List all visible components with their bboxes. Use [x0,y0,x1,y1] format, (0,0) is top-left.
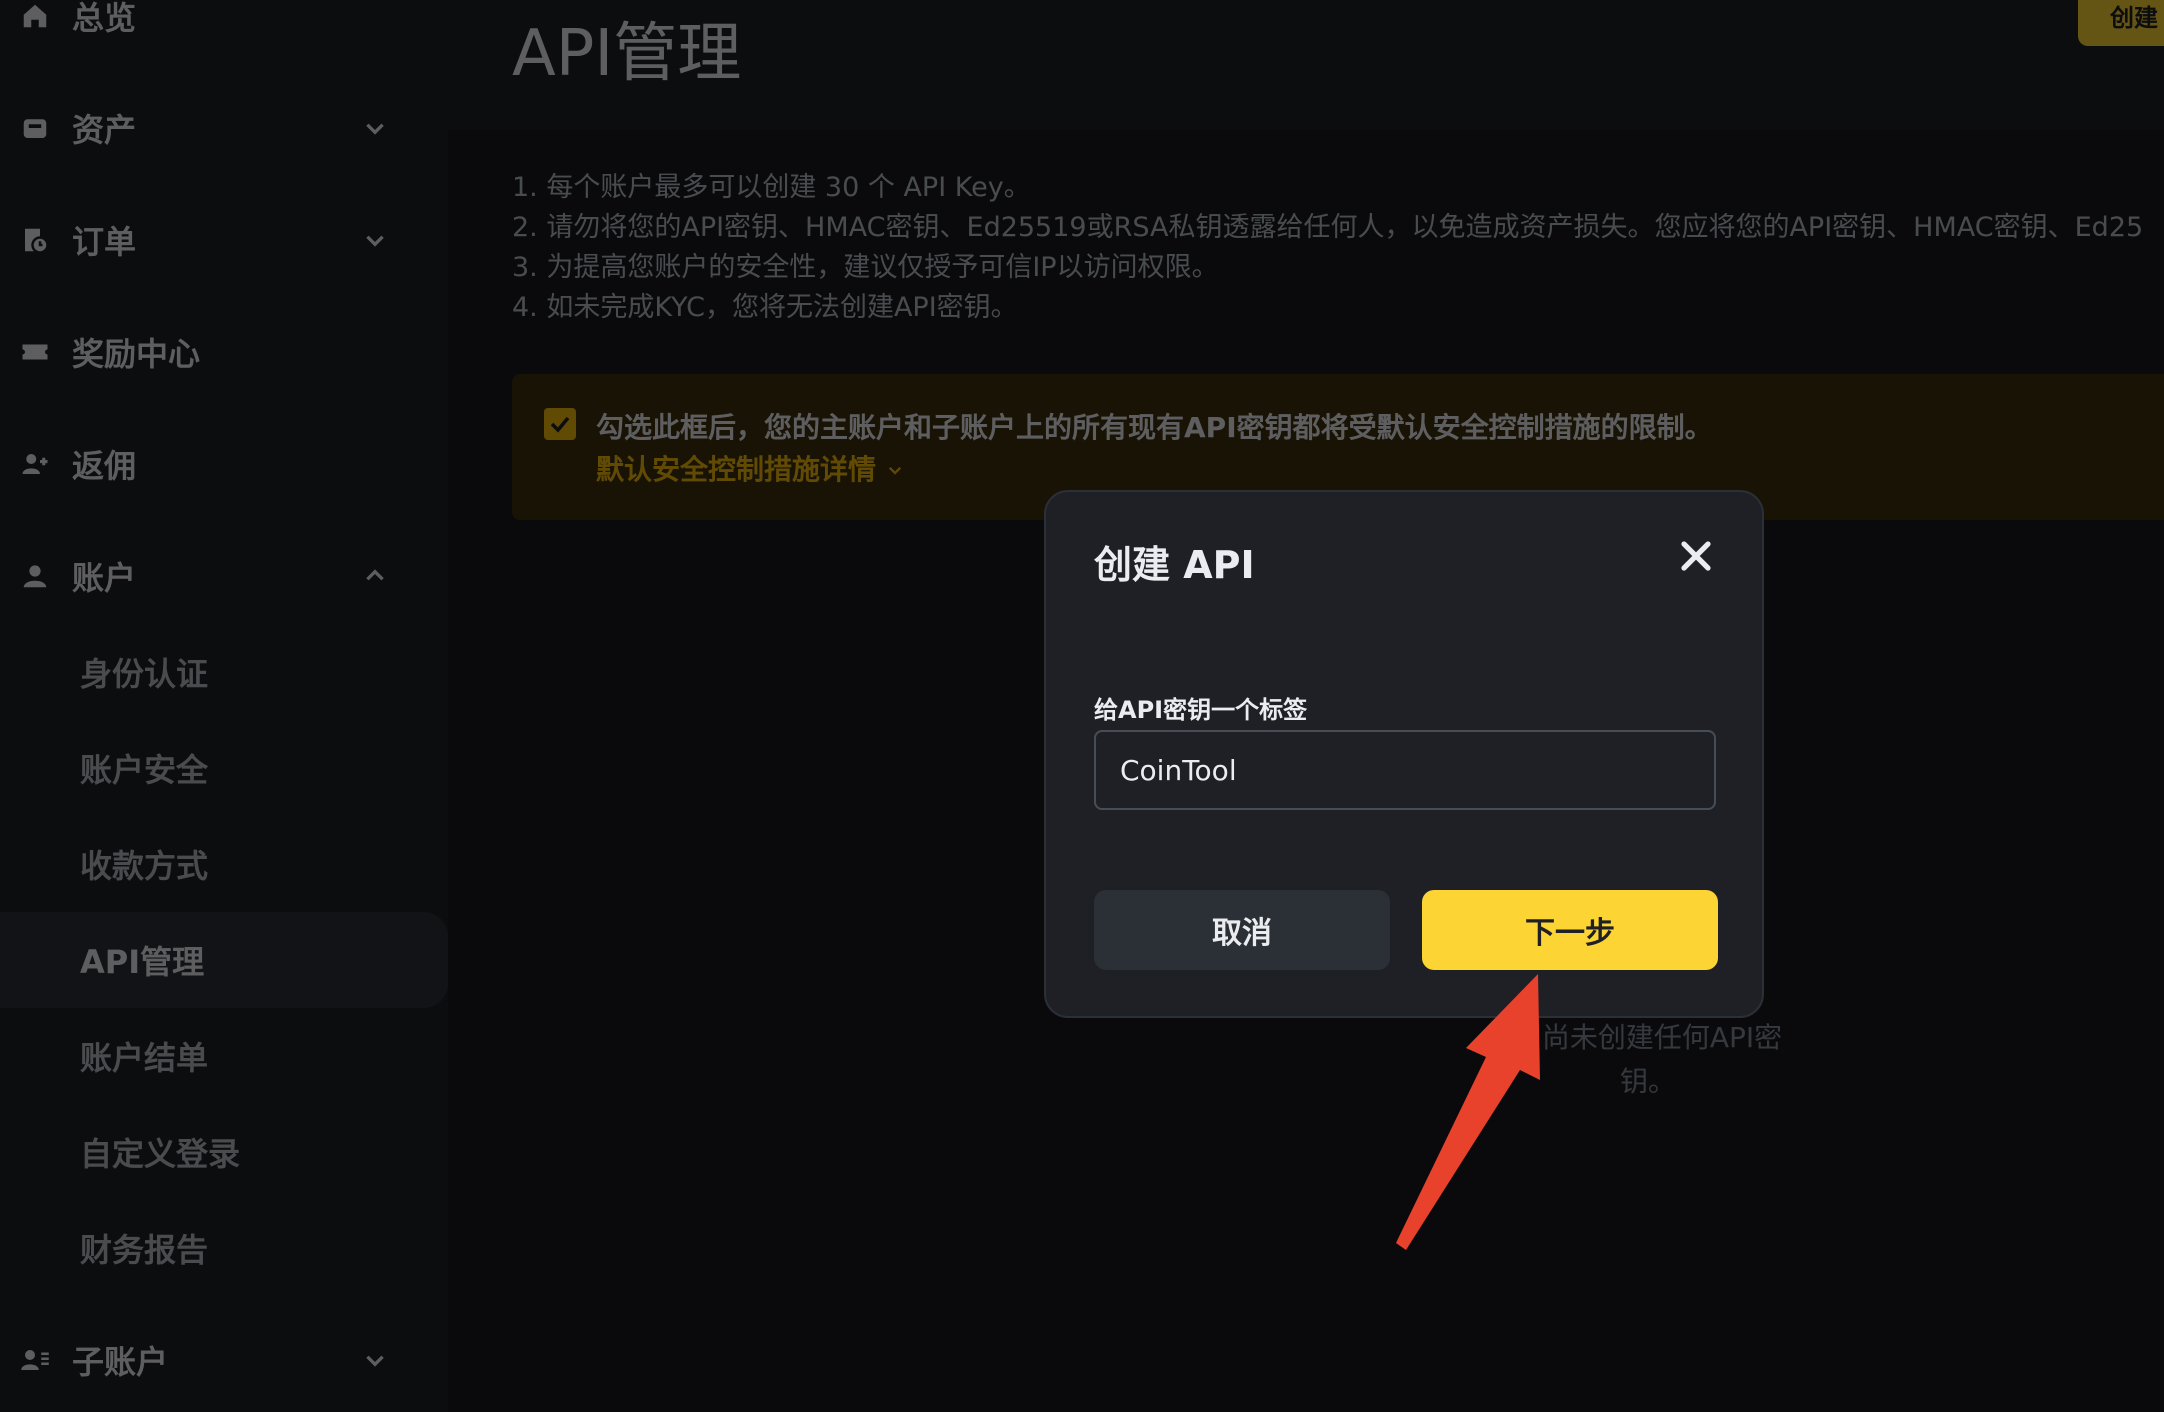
sidebar-subitem-financial-report[interactable]: 财务报告 [0,1200,448,1296]
sidebar-item-account[interactable]: 账户 [0,536,448,616]
sidebar-subitem-statements[interactable]: 账户结单 [0,1008,448,1104]
sidebar-item-label: 返佣 [72,447,137,485]
note-line: 3. 为提高您账户的安全性，建议仅授予可信IP以访问权限。 [512,252,1219,283]
sidebar-item-overview[interactable]: 总览 [0,0,448,56]
sidebar-subitem-custom-login[interactable]: 自定义登录 [0,1104,448,1200]
note-line: 2. 请勿将您的API密钥、HMAC密钥、Ed25519或RSA私钥透露给任何人… [512,212,2144,243]
note-line: 1. 每个账户最多可以创建 30 个 API Key。 [512,172,1031,203]
ticket-icon [18,335,52,369]
create-api-button[interactable]: 创建 [2078,0,2164,46]
chevron-down-icon[interactable] [358,1343,392,1377]
sidebar: 总览 资产 订单 奖励中心 返佣 账户 身份认证 账户安全 收款方式 API管理… [0,0,448,1412]
add-user-icon [18,447,52,481]
sidebar-subitem-api-management[interactable]: API管理 [0,912,448,1008]
details-link-label: 默认安全控制措施详情 [596,453,877,486]
sidebar-item-rewards[interactable]: 奖励中心 [0,312,448,392]
close-icon[interactable] [1672,532,1720,580]
sidebar-subitem-security[interactable]: 账户安全 [0,720,448,816]
page-header: API管理 创建 [448,0,2164,130]
api-notes: 1. 每个账户最多可以创建 30 个 API Key。 2. 请勿将您的API密… [512,168,2143,328]
api-label-input[interactable] [1094,730,1716,810]
sidebar-subitem-label: 自定义登录 [80,1135,241,1173]
cancel-button[interactable]: 取消 [1094,890,1390,970]
sidebar-subitem-label: 收款方式 [80,847,209,885]
user-icon [18,559,52,593]
empty-state-line: 户尚未创建任何API密 [1513,1021,1783,1054]
sub-account-icon [18,1343,52,1377]
chevron-up-icon[interactable] [358,559,392,593]
security-control-text: 勾选此框后，您的主账户和子账户上的所有现有API密钥都将受默认安全控制措施的限制… [596,411,1713,444]
sidebar-item-label: 总览 [72,0,137,37]
next-button[interactable]: 下一步 [1422,890,1718,970]
sidebar-subitem-label: 账户安全 [80,751,209,789]
sidebar-item-sub-account[interactable]: 子账户 [0,1320,448,1400]
sidebar-item-assets[interactable]: 资产 [0,88,448,168]
sidebar-subitem-label: 身份认证 [80,655,209,693]
sidebar-subitem-label: 财务报告 [80,1231,209,1269]
security-control-checkbox[interactable] [544,408,576,440]
sidebar-item-label: 奖励中心 [72,335,201,373]
empty-state-line: 钥。 [1619,1065,1676,1098]
api-label-field-label: 给API密钥一个标签 [1094,696,1308,724]
chevron-down-icon[interactable] [358,111,392,145]
sidebar-subitem-label: 账户结单 [80,1039,209,1077]
empty-state-text: 户尚未创建任何API密 钥。 [1458,1016,1838,1104]
chevron-down-icon [888,466,901,475]
sidebar-item-label: 订单 [72,223,137,261]
sidebar-item-referral[interactable]: 返佣 [0,424,448,504]
screen: 总览 资产 订单 奖励中心 返佣 账户 身份认证 账户安全 收款方式 API管理… [0,0,2164,1412]
sidebar-subitem-payment[interactable]: 收款方式 [0,816,448,912]
note-line: 4. 如未完成KYC，您将无法创建API密钥。 [512,292,1018,323]
dialog-title: 创建 API [1094,543,1255,587]
page-title: API管理 [512,17,742,91]
wallet-icon [18,111,52,145]
security-control-details-link[interactable]: 默认安全控制措施详情 [596,448,904,488]
create-api-dialog: 创建 API 给API密钥一个标签 取消 下一步 [1044,490,1764,1018]
sidebar-item-label: 账户 [72,559,137,597]
home-icon [18,0,52,33]
sidebar-item-label: 子账户 [72,1343,169,1381]
sidebar-item-orders[interactable]: 订单 [0,200,448,280]
sidebar-subitem-label: API管理 [80,943,205,981]
sidebar-item-label: 资产 [72,111,137,149]
order-icon [18,223,52,257]
sidebar-subitem-identity[interactable]: 身份认证 [0,624,448,720]
chevron-down-icon[interactable] [358,223,392,257]
